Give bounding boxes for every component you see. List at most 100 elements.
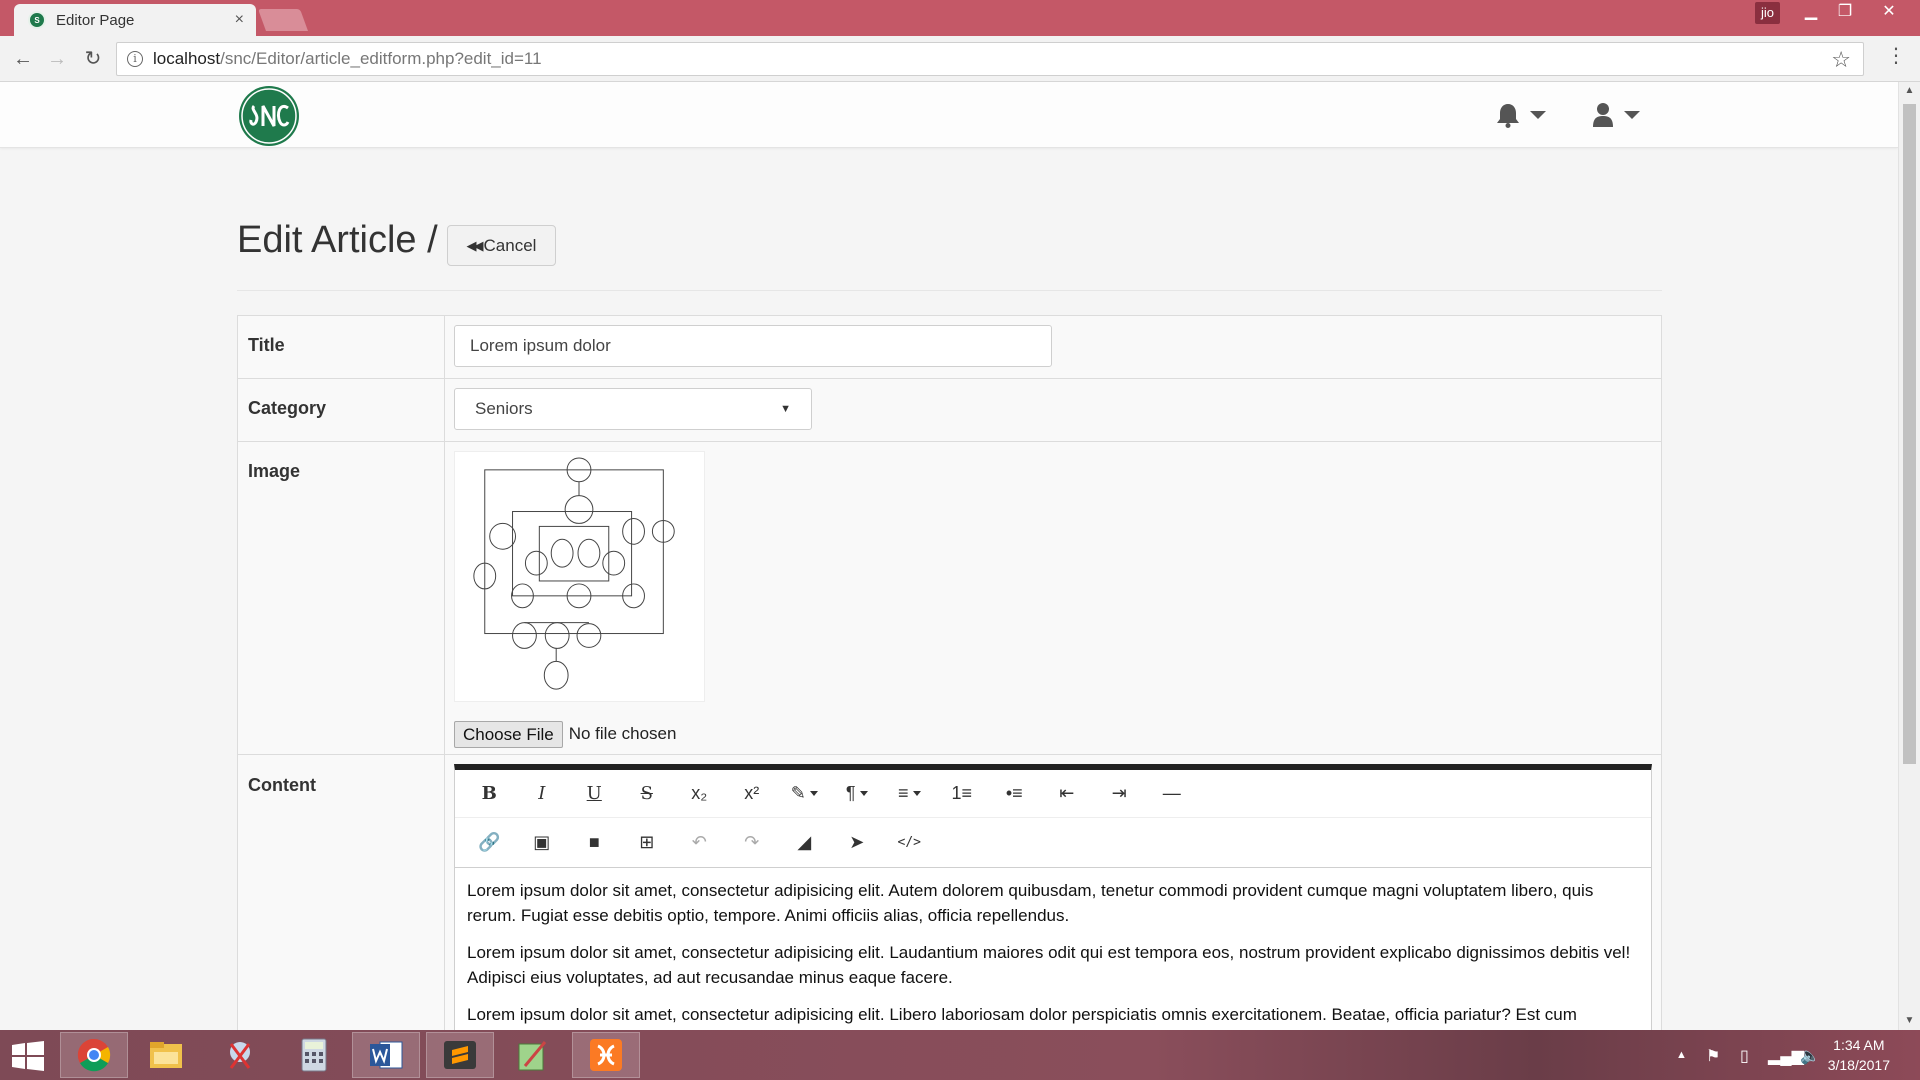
align-button[interactable]: ≡ <box>883 776 936 812</box>
scroll-thumb[interactable] <box>1903 104 1916 764</box>
file-explorer-taskbar-icon[interactable] <box>132 1032 200 1078</box>
cursor-button[interactable]: ➤ <box>831 825 884 861</box>
subscript-icon: x₂ <box>691 783 708 803</box>
superscript-button[interactable]: x² <box>726 776 779 812</box>
category-selected-value: Seniors <box>475 399 533 418</box>
bookmark-star-icon[interactable]: ☆ <box>1831 47 1851 73</box>
chevron-down-icon <box>859 791 868 796</box>
calculator-taskbar-icon[interactable] <box>280 1032 348 1078</box>
italic-button[interactable]: I <box>516 776 569 812</box>
rich-text-editor: B I U Sx₂ x² ✎ ¶ ≡ 1≡ •≡ ⇤ ⇥ — 🔗 ▣ ■ ⊞ ↶ ↷ ◢ ➤ </> Lorem ips… <box>454 764 1652 1030</box>
system-clock[interactable]: 1:34 AM 3/18/2017 <box>1828 1035 1890 1075</box>
site-navbar <box>0 82 1898 148</box>
picture-button[interactable]: ▣ <box>516 825 569 861</box>
horizontal-rule-button[interactable]: — <box>1146 776 1199 812</box>
choose-file-button[interactable]: Choose File <box>454 720 563 748</box>
paragraph-icon: ¶ <box>845 783 856 803</box>
dropdown-arrow-icon: ▼ <box>780 403 791 415</box>
video-icon: ■ <box>588 832 600 852</box>
content-label: Content <box>238 755 445 1030</box>
browser-tab[interactable]: S Editor Page × <box>14 4 256 36</box>
undo-icon: ↶ <box>691 832 707 852</box>
category-label: Category <box>238 379 445 441</box>
maximize-icon[interactable]: ❐ <box>1828 0 1862 26</box>
magic-style-icon: ✎ <box>790 783 806 803</box>
unordered-list-icon: •≡ <box>1005 783 1023 803</box>
indent-button[interactable]: ⇥ <box>1093 776 1146 812</box>
ordered-list-button[interactable]: 1≡ <box>936 776 989 812</box>
sublime-text-taskbar-icon[interactable] <box>426 1032 494 1078</box>
redo-button[interactable]: ↷ <box>726 825 779 861</box>
browser-toolbar: ← → ↻ i localhost /snc/Editor/article_ed… <box>0 36 1920 82</box>
subscript-button[interactable]: x₂ <box>673 776 726 812</box>
underline-button[interactable]: U <box>568 776 621 812</box>
chevron-down-icon <box>1530 111 1546 119</box>
align-icon: ≡ <box>897 783 909 803</box>
address-bar[interactable]: i localhost /snc/Editor/article_editform… <box>116 42 1864 76</box>
magic-style-button[interactable]: ✎ <box>778 776 831 812</box>
category-select[interactable]: Seniors ▼ <box>454 388 812 430</box>
horizontal-rule-icon: — <box>1162 783 1181 803</box>
network-icon[interactable]: ▂▄▆ <box>1768 1046 1804 1066</box>
paragraph-button[interactable]: ¶ <box>831 776 884 812</box>
editor-content-area[interactable]: Lorem ipsum dolor sit amet, consectetur … <box>455 868 1651 1030</box>
bold-button[interactable]: B <box>463 776 516 812</box>
content-paragraph: Lorem ipsum dolor sit amet, consectetur … <box>467 1005 1577 1024</box>
cancel-label: Cancel <box>483 235 537 255</box>
site-info-icon[interactable]: i <box>127 51 143 67</box>
chrome-taskbar-icon[interactable] <box>60 1032 128 1078</box>
redo-icon: ↷ <box>744 832 760 852</box>
outdent-button[interactable]: ⇤ <box>1041 776 1094 812</box>
eraser-icon: ◢ <box>797 832 812 852</box>
site-logo[interactable] <box>236 84 302 148</box>
close-window-icon[interactable]: ✕ <box>1872 0 1906 26</box>
undo-button[interactable]: ↶ <box>673 825 726 861</box>
link-button[interactable]: 🔗 <box>463 825 516 861</box>
user-icon <box>1593 103 1613 127</box>
scroll-down-icon[interactable]: ▼ <box>1899 1012 1920 1030</box>
browser-menu-icon[interactable]: ⋮ <box>1886 46 1906 66</box>
italic-icon: I <box>538 783 546 804</box>
notifications-dropdown[interactable] <box>1496 98 1546 132</box>
word-taskbar-icon[interactable] <box>352 1032 420 1078</box>
cursor-icon: ➤ <box>849 832 865 852</box>
cancel-button[interactable]: ◀◀ Cancel <box>447 225 556 266</box>
title-row: Title Lorem ipsum dolor <box>238 316 1661 379</box>
battery-icon[interactable]: ▯ <box>1740 1046 1749 1066</box>
clock-time: 1:34 AM <box>1833 1037 1885 1053</box>
back-icon[interactable]: ← <box>10 46 36 72</box>
action-center-flag-icon[interactable]: ⚑ <box>1706 1046 1720 1066</box>
table-button[interactable]: ⊞ <box>621 825 674 861</box>
title-input[interactable]: Lorem ipsum dolor <box>454 325 1052 367</box>
eraser-button[interactable]: ◢ <box>778 825 831 861</box>
notepad-taskbar-icon[interactable] <box>498 1032 566 1078</box>
profile-chip[interactable]: jio <box>1754 2 1780 24</box>
article-image-preview <box>454 451 705 702</box>
snipping-tool-taskbar-icon[interactable] <box>206 1032 274 1078</box>
scroll-up-icon[interactable]: ▲ <box>1899 82 1920 100</box>
header-divider <box>237 290 1662 291</box>
forward-icon[interactable]: → <box>44 46 70 72</box>
code-view-button[interactable]: </> <box>883 825 936 861</box>
picture-icon: ▣ <box>533 832 551 852</box>
user-dropdown[interactable] <box>1592 98 1640 132</box>
page-title: Edit Article / <box>237 219 438 261</box>
strikethrough-button[interactable]: S <box>621 776 674 812</box>
content-paragraph: Lorem ipsum dolor sit amet, consectetur … <box>467 881 1594 925</box>
minimize-icon[interactable]: ▁ <box>1794 0 1828 26</box>
windows-start-icon[interactable] <box>10 1040 46 1072</box>
video-button[interactable]: ■ <box>568 825 621 861</box>
new-tab-button[interactable] <box>257 9 309 31</box>
reload-icon[interactable]: ↻ <box>80 46 106 72</box>
show-hidden-icons-icon[interactable]: ▲ <box>1676 1049 1687 1061</box>
chevron-down-icon <box>912 791 921 796</box>
unordered-list-button[interactable]: •≡ <box>988 776 1041 812</box>
volume-icon[interactable]: 🔈 <box>1800 1046 1820 1066</box>
tab-close-icon[interactable]: × <box>235 11 244 29</box>
page-scrollbar[interactable]: ▲ ▼ <box>1898 82 1920 1030</box>
chevron-down-icon <box>1624 111 1640 119</box>
ordered-list-icon: 1≡ <box>951 783 972 803</box>
file-status: No file chosen <box>568 724 677 743</box>
outdent-icon: ⇤ <box>1059 783 1075 803</box>
xampp-taskbar-icon[interactable] <box>572 1032 640 1078</box>
